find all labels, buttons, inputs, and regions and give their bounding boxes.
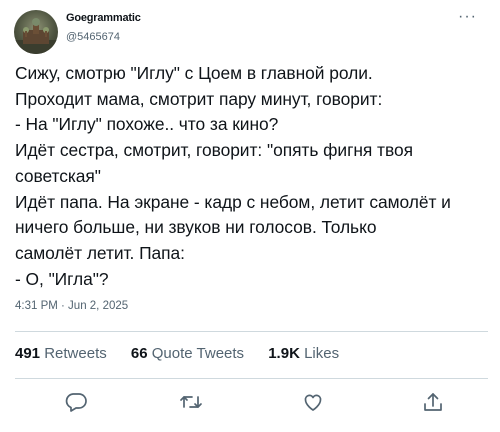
quotes-count: 66 (130, 345, 148, 362)
action-bar (0, 390, 500, 414)
author-name[interactable]: Goegrammatic (66, 12, 141, 24)
more-options-icon[interactable]: ··· (458, 8, 477, 26)
timestamp[interactable]: 4:31 PM · Jun 2, 2025 (15, 300, 128, 312)
tweet-text: Сижу, смотрю "Иглу" с Цоем в главной рол… (15, 63, 451, 289)
divider (15, 378, 488, 379)
likes-label: Likes (304, 345, 340, 362)
share-icon[interactable] (421, 390, 445, 414)
quotes-stat[interactable]: 66 Quote Tweets (131, 345, 244, 362)
cathedral-avatar-icon (14, 18, 58, 54)
retweets-count: 491 (15, 345, 41, 362)
reply-icon[interactable] (64, 390, 88, 414)
retweets-stat[interactable]: 491 Retweets (15, 345, 107, 362)
retweet-icon[interactable] (179, 390, 203, 414)
likes-stat[interactable]: 1.9K Likes (268, 345, 339, 362)
retweets-label: Retweets (44, 345, 107, 362)
avatar[interactable] (14, 10, 58, 54)
engagement-stats: 491 Retweets 66 Quote Tweets 1.9K Likes (15, 345, 359, 362)
like-icon[interactable] (301, 390, 325, 414)
quotes-label: Quote Tweets (151, 345, 245, 362)
likes-count: 1.9K (268, 345, 300, 362)
author-handle[interactable]: @5465674 (66, 31, 120, 43)
divider (15, 331, 488, 332)
